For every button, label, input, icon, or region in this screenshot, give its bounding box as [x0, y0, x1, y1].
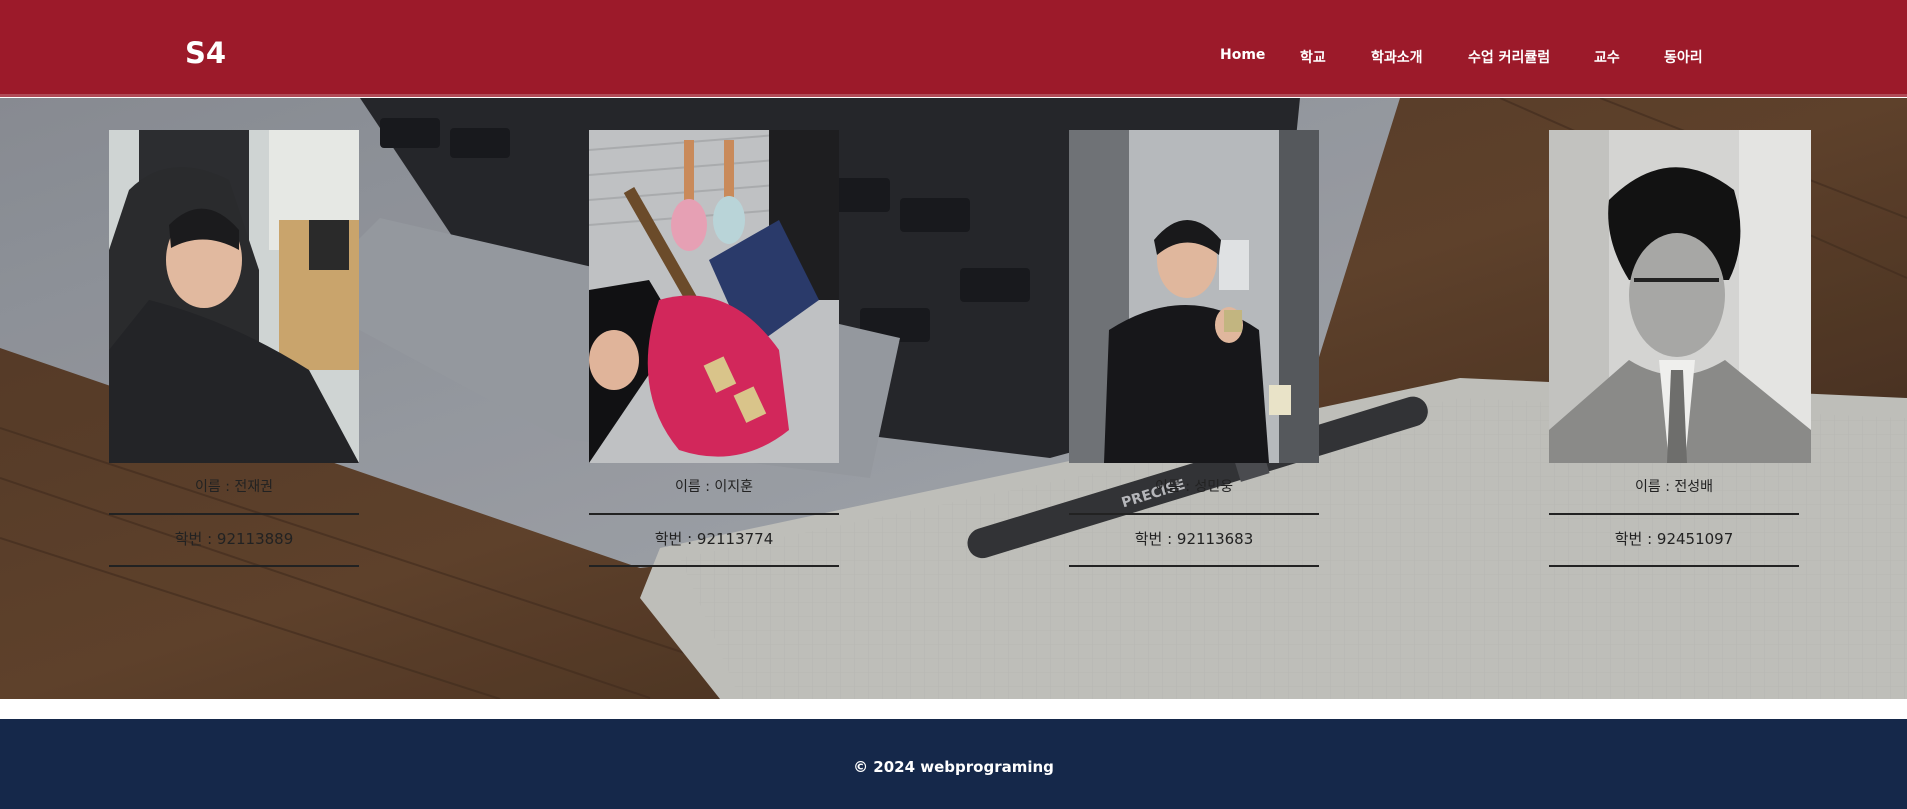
member-card: 이름 : 전재권 학번 : 92113889 — [109, 130, 359, 567]
nav-home[interactable]: Home — [1220, 47, 1265, 63]
main-nav: Home 학교 학과소개 수업 커리큘럼 교수 동아리 — [0, 47, 1907, 67]
member-name: 이름 : 전성배 — [1549, 477, 1799, 515]
nav-school[interactable]: 학교 — [1300, 47, 1326, 67]
member-photo — [1069, 130, 1319, 463]
nav-club[interactable]: 동아리 — [1664, 47, 1703, 67]
nav-department[interactable]: 학과소개 — [1371, 47, 1423, 67]
member-name: 이름 : 성민웅 — [1069, 477, 1319, 515]
site-footer: © 2024 webprograming — [0, 719, 1907, 809]
section-gap — [0, 699, 1907, 719]
site-header: S4 Home 학교 학과소개 수업 커리큘럼 교수 동아리 — [0, 0, 1907, 97]
member-name: 이름 : 이지훈 — [589, 477, 839, 515]
member-student-id: 학번 : 92113683 — [1069, 529, 1319, 567]
member-student-id: 학번 : 92451097 — [1549, 529, 1799, 567]
hero-section: PRECISE 이름 : 전재권 학번 : 92113889 이름: 이지훈 … — [0, 98, 1907, 699]
member-card: 이름 : 성민웅 학번 : 92113683 — [1069, 130, 1319, 567]
member-card: 이름 : 전성배 학번 : 92451097 — [1549, 130, 1811, 567]
member-photo — [1549, 130, 1811, 463]
member-photo — [589, 130, 839, 463]
copyright-text: © 2024 webprograming — [853, 758, 1054, 776]
member-student-id: 학번 : 92113889 — [109, 529, 359, 567]
nav-professor[interactable]: 교수 — [1594, 47, 1620, 67]
member-student-id: 학번 : 92113774 — [589, 529, 839, 567]
member-photo — [109, 130, 359, 463]
member-name: 이름 : 전재권 — [109, 477, 359, 515]
nav-curriculum[interactable]: 수업 커리큘럼 — [1468, 47, 1550, 67]
member-card: 이름 : 이지훈 학번 : 92113774 — [589, 130, 839, 567]
